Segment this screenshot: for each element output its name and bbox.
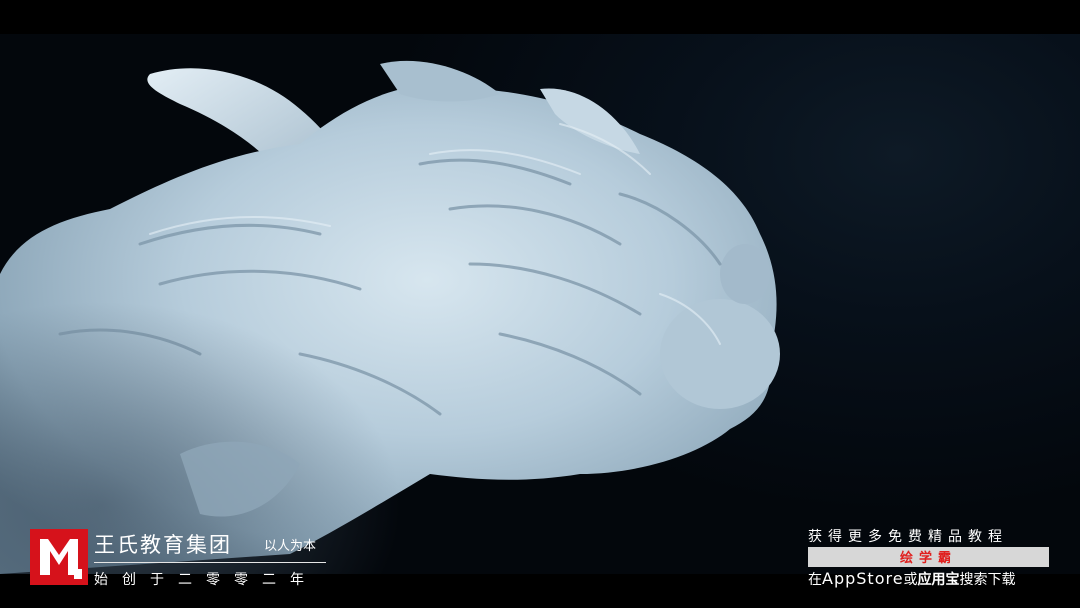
snout-bulge bbox=[660, 299, 780, 409]
promo-conjunction: 或 bbox=[903, 572, 918, 588]
promo-appstore: AppStore bbox=[822, 569, 904, 588]
brand-name: 王氏教育集团 bbox=[94, 533, 232, 557]
sculpture-render bbox=[0, 34, 1080, 574]
promo-download-line: 在AppStore或应用宝搜索下载 bbox=[808, 569, 1016, 589]
wangshi-logo-block: 王氏教育集团 以人为本 始创于二零零二年 bbox=[30, 529, 340, 589]
brand-slogan: 以人为本 bbox=[264, 539, 317, 554]
promo-app-bar: 绘学霸 bbox=[808, 547, 1049, 567]
lower-shadow bbox=[0, 234, 500, 574]
eye-ridge bbox=[720, 244, 770, 304]
promo-headline: 获得更多免费精品教程 bbox=[808, 529, 1008, 545]
logo-divider bbox=[94, 562, 326, 563]
creature-sculpt-illustration bbox=[0, 60, 780, 574]
promo-suffix: 搜索下载 bbox=[959, 572, 1016, 588]
app-promo-block: 获得更多免费精品教程 绘学霸 在AppStore或应用宝搜索下载 bbox=[806, 526, 1050, 592]
video-frame: 王氏教育集团 以人为本 始创于二零零二年 获得更多免费精品教程 绘学霸 在App… bbox=[0, 0, 1080, 608]
wangshi-logo-mark bbox=[30, 529, 88, 585]
w-letter-icon bbox=[40, 539, 82, 579]
promo-yingyongbao: 应用宝 bbox=[917, 572, 960, 588]
promo-prefix: 在 bbox=[808, 572, 822, 588]
promo-app-name: 绘学霸 bbox=[899, 551, 957, 566]
founded-text: 始创于二零零二年 bbox=[94, 572, 318, 588]
